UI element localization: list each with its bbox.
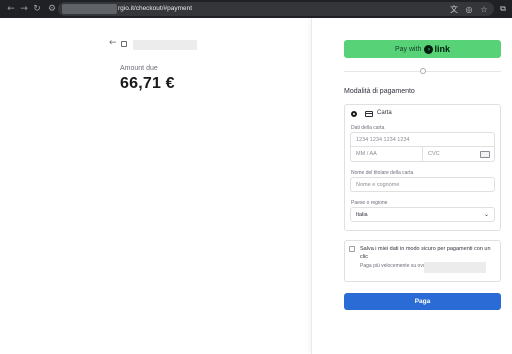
reload-icon[interactable]: ↻	[30, 2, 44, 16]
link-logo-text: link	[434, 44, 450, 54]
card-method-label: Carta	[377, 110, 392, 116]
cvc-card-icon	[480, 151, 490, 158]
cardholder-name-input[interactable]: Nome e cognome	[350, 177, 495, 192]
save-info-checkbox[interactable]	[349, 246, 355, 252]
site-info-icon[interactable]: ⚙	[45, 2, 59, 16]
back-arrow-icon[interactable]: ←	[109, 38, 117, 48]
country-label: Paese o regione	[351, 200, 388, 206]
merchant-name-redaction	[133, 40, 197, 50]
divider-mark	[420, 68, 426, 74]
country-select[interactable]: Italia	[350, 207, 495, 222]
chevron-down-icon: ⌄	[484, 211, 490, 218]
amount-due-label: Amount due	[120, 65, 158, 72]
save-info-title: Salva i miei dati in modo sicuro per pag…	[360, 246, 491, 260]
expiry-input[interactable]: MM / AA	[350, 147, 423, 162]
merchant-icon	[121, 41, 127, 47]
payment-method-title: Modalità di pagamento	[344, 88, 415, 95]
cardholder-name-label: Nome del titolare della carta	[351, 170, 414, 176]
pay-button[interactable]: Paga	[344, 293, 501, 310]
description-redaction	[424, 262, 486, 273]
card-radio[interactable]	[351, 111, 357, 117]
url-redaction	[62, 4, 117, 14]
arrow-left-icon[interactable]: ←	[4, 2, 18, 16]
extensions-icon[interactable]: ⧉	[497, 2, 509, 16]
browser-toolbar: ← → ↻ ⚙ rgio.it/checkout/#payment 文 ◎ ☆ …	[0, 0, 512, 18]
translate-icon[interactable]: 文	[448, 2, 460, 16]
credit-card-icon	[365, 111, 373, 117]
amount-due-value: 66,71 €	[120, 75, 175, 92]
card-details-label: Dati della carta	[351, 125, 385, 131]
arrow-right-icon[interactable]: →	[17, 2, 31, 16]
link-logo-icon: ›	[424, 44, 434, 54]
card-number-input[interactable]: 1234 1234 1234 1234	[350, 132, 495, 147]
star-icon[interactable]: ☆	[478, 2, 490, 16]
eye-off-icon[interactable]: ◎	[463, 2, 475, 16]
url-text: rgio.it/checkout/#payment	[118, 5, 193, 12]
pay-with-label: Pay with	[395, 45, 422, 53]
link-logo: › link	[424, 44, 450, 54]
pay-with-link-button[interactable]: Pay with › link	[344, 40, 501, 58]
